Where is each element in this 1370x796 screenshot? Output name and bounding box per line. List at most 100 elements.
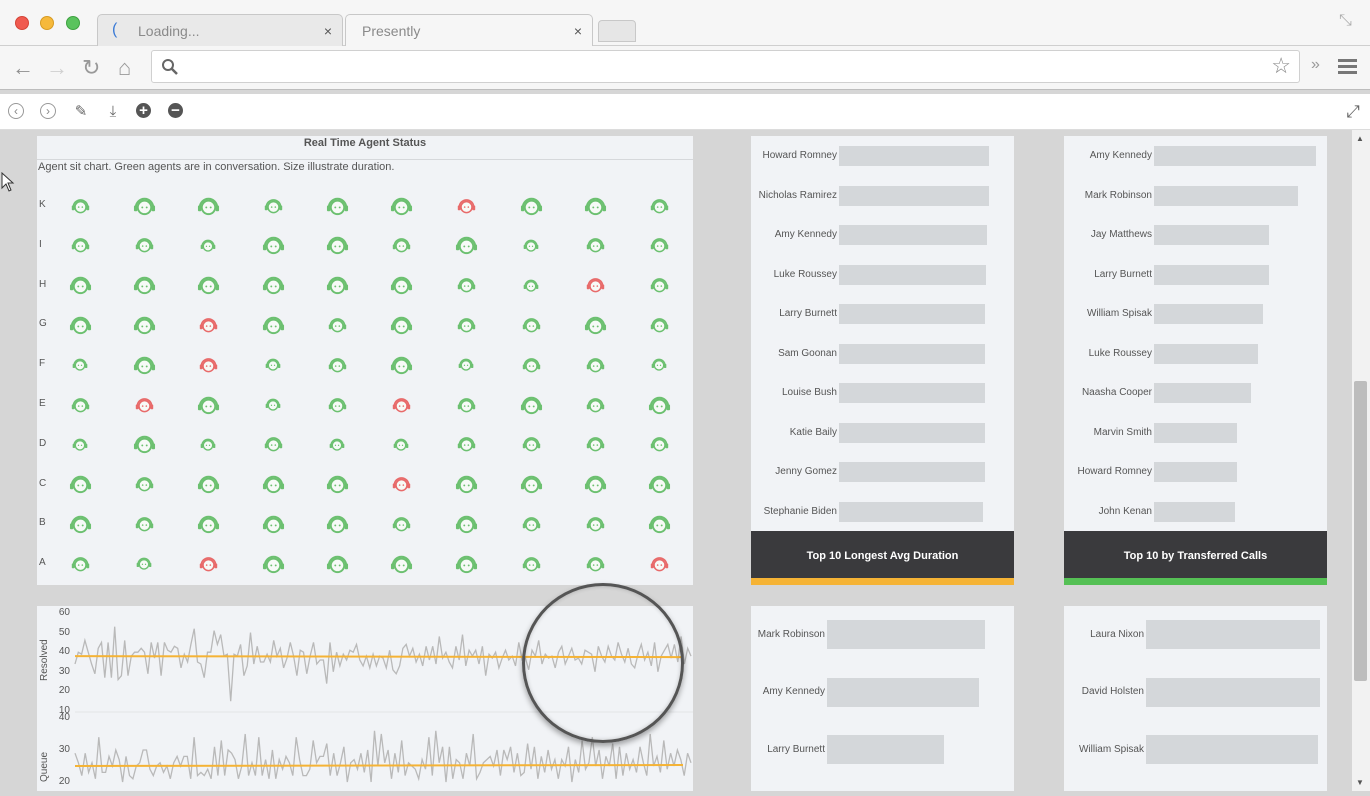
bar[interactable] xyxy=(827,735,944,764)
agent-in-conversation-icon[interactable] xyxy=(69,273,92,296)
agent-idle-icon[interactable] xyxy=(586,275,605,294)
agent-in-conversation-icon[interactable] xyxy=(584,472,607,495)
agent-in-conversation-icon[interactable] xyxy=(71,235,90,254)
tab-presently[interactable]: Presently × xyxy=(345,14,593,46)
bar[interactable] xyxy=(839,225,987,245)
previous-slide-button[interactable]: ‹ xyxy=(8,103,24,119)
agent-in-conversation-icon[interactable] xyxy=(197,393,220,416)
bookmark-star-icon[interactable]: ☆ xyxy=(1271,53,1291,79)
agent-in-conversation-icon[interactable] xyxy=(69,512,92,535)
agent-in-conversation-icon[interactable] xyxy=(584,194,607,217)
agent-in-conversation-icon[interactable] xyxy=(326,273,349,296)
bar[interactable] xyxy=(839,422,985,443)
agent-in-conversation-icon[interactable] xyxy=(458,356,474,372)
agent-in-conversation-icon[interactable] xyxy=(71,554,90,573)
agent-in-conversation-icon[interactable] xyxy=(455,512,478,535)
bar[interactable] xyxy=(1146,677,1320,707)
agent-in-conversation-icon[interactable] xyxy=(197,512,220,535)
agent-in-conversation-icon[interactable] xyxy=(262,552,285,575)
agent-idle-icon[interactable] xyxy=(199,355,218,374)
bar[interactable] xyxy=(1146,620,1320,649)
agent-in-conversation-icon[interactable] xyxy=(133,432,156,455)
agent-in-conversation-icon[interactable] xyxy=(457,434,476,453)
agent-in-conversation-icon[interactable] xyxy=(390,313,413,336)
agent-in-conversation-icon[interactable] xyxy=(522,514,541,533)
agent-idle-icon[interactable] xyxy=(199,315,218,334)
agent-in-conversation-icon[interactable] xyxy=(455,472,478,495)
agent-in-conversation-icon[interactable] xyxy=(200,436,216,452)
bar[interactable] xyxy=(1154,422,1237,443)
agent-in-conversation-icon[interactable] xyxy=(328,395,347,414)
agent-in-conversation-icon[interactable] xyxy=(133,194,156,217)
address-input[interactable]: ☆ xyxy=(151,50,1300,83)
hamburger-menu-icon[interactable] xyxy=(1338,59,1357,74)
agent-in-conversation-icon[interactable] xyxy=(262,273,285,296)
agent-in-conversation-icon[interactable] xyxy=(326,233,349,256)
zoom-in-button[interactable]: + xyxy=(136,103,151,118)
agent-in-conversation-icon[interactable] xyxy=(71,395,90,414)
bar[interactable] xyxy=(1146,735,1319,764)
download-button[interactable]: ⤓ xyxy=(104,103,122,121)
agent-in-conversation-icon[interactable] xyxy=(455,233,478,256)
agent-in-conversation-icon[interactable] xyxy=(392,514,411,533)
agent-in-conversation-icon[interactable] xyxy=(71,196,90,215)
agent-idle-icon[interactable] xyxy=(650,554,669,573)
agent-in-conversation-icon[interactable] xyxy=(586,355,605,374)
scrollbar-thumb[interactable] xyxy=(1354,381,1367,681)
fullscreen-icon[interactable]: ⤡ xyxy=(1339,12,1352,30)
bar[interactable] xyxy=(839,146,989,166)
agent-in-conversation-icon[interactable] xyxy=(523,277,539,293)
window-maximize-button[interactable] xyxy=(66,16,80,30)
agent-in-conversation-icon[interactable] xyxy=(326,512,349,535)
agent-idle-icon[interactable] xyxy=(135,395,154,414)
agent-in-conversation-icon[interactable] xyxy=(648,472,671,495)
agent-in-conversation-icon[interactable] xyxy=(648,512,671,535)
agent-in-conversation-icon[interactable] xyxy=(586,235,605,254)
agent-in-conversation-icon[interactable] xyxy=(328,315,347,334)
agent-in-conversation-icon[interactable] xyxy=(390,273,413,296)
agent-in-conversation-icon[interactable] xyxy=(72,436,88,452)
edit-button[interactable]: ✎ xyxy=(72,103,90,121)
forward-button[interactable]: → xyxy=(46,55,68,81)
agent-in-conversation-icon[interactable] xyxy=(457,395,476,414)
agent-in-conversation-icon[interactable] xyxy=(197,472,220,495)
agent-in-conversation-icon[interactable] xyxy=(390,552,413,575)
bar[interactable] xyxy=(839,462,985,482)
agent-in-conversation-icon[interactable] xyxy=(586,395,605,414)
agent-in-conversation-icon[interactable] xyxy=(265,396,281,412)
bar[interactable] xyxy=(839,185,989,206)
agent-in-conversation-icon[interactable] xyxy=(262,233,285,256)
agent-in-conversation-icon[interactable] xyxy=(326,472,349,495)
bar[interactable] xyxy=(1154,185,1299,206)
agent-in-conversation-icon[interactable] xyxy=(264,434,283,453)
agent-in-conversation-icon[interactable] xyxy=(135,474,154,493)
agent-in-conversation-icon[interactable] xyxy=(522,554,541,573)
bar[interactable] xyxy=(827,620,985,649)
tab-loading[interactable]: ( Loading... × xyxy=(97,14,343,46)
bar[interactable] xyxy=(839,304,986,324)
zoom-out-button[interactable]: − xyxy=(168,103,183,118)
tab-close-button[interactable]: × xyxy=(574,23,582,39)
agent-in-conversation-icon[interactable] xyxy=(133,313,156,336)
agent-in-conversation-icon[interactable] xyxy=(455,552,478,575)
bar[interactable] xyxy=(1154,501,1235,522)
bar[interactable] xyxy=(1154,225,1270,245)
window-minimize-button[interactable] xyxy=(40,16,54,30)
bar[interactable] xyxy=(839,501,983,522)
agent-in-conversation-icon[interactable] xyxy=(584,313,607,336)
agent-in-conversation-icon[interactable] xyxy=(648,393,671,416)
agent-in-conversation-icon[interactable] xyxy=(329,436,345,452)
agent-in-conversation-icon[interactable] xyxy=(522,355,541,374)
agent-in-conversation-icon[interactable] xyxy=(586,514,605,533)
bar[interactable] xyxy=(1154,343,1258,364)
agent-in-conversation-icon[interactable] xyxy=(264,196,283,215)
agent-in-conversation-icon[interactable] xyxy=(72,356,88,372)
tab-close-button[interactable]: × xyxy=(324,23,332,39)
agent-in-conversation-icon[interactable] xyxy=(650,235,669,254)
scroll-up-arrow-icon[interactable]: ▲ xyxy=(1356,134,1364,143)
agent-in-conversation-icon[interactable] xyxy=(520,472,543,495)
agent-in-conversation-icon[interactable] xyxy=(651,356,667,372)
agent-in-conversation-icon[interactable] xyxy=(586,434,605,453)
agent-in-conversation-icon[interactable] xyxy=(390,353,413,376)
new-tab-button[interactable] xyxy=(598,20,636,42)
